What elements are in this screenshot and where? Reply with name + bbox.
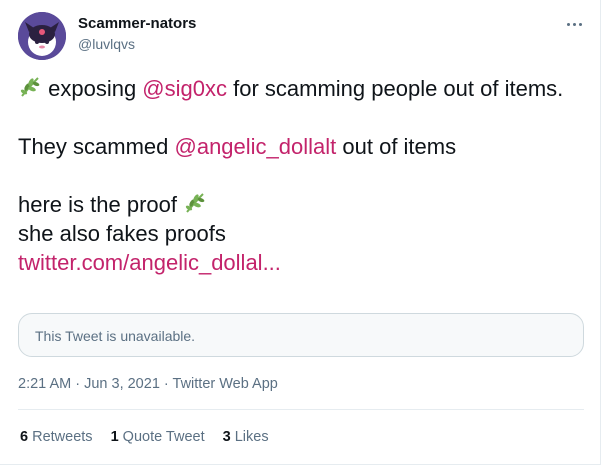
engagement-stats: 6 Retweets 1 Quote Tweet 3 Likes xyxy=(20,429,287,445)
mention-link-angelic-dollalt[interactable]: @angelic_dollalt xyxy=(175,134,337,159)
tweet-paragraph-2: They scammed @angelic_dollalt out of ite… xyxy=(18,132,584,161)
tweet-meta: 2:21 AM · Jun 3, 2021 · Twitter Web App xyxy=(18,376,278,392)
avatar-image xyxy=(18,12,66,60)
display-name[interactable]: Scammer-nators xyxy=(78,15,196,32)
tweet-text-segment: out of items xyxy=(336,134,457,159)
likes-stat[interactable]: 3 Likes xyxy=(223,429,269,445)
herb-emoji-icon xyxy=(20,77,40,97)
mention-link-sig0xc[interactable]: @sig0xc xyxy=(142,76,227,101)
retweets-stat[interactable]: 6 Retweets xyxy=(20,429,93,445)
user-handle[interactable]: @luvlqvs xyxy=(78,36,135,52)
tweet-url-link[interactable]: twitter.com/angelic_dollal... xyxy=(18,250,281,275)
retweets-label: Retweets xyxy=(28,429,93,445)
likes-count: 3 xyxy=(222,429,231,445)
tweet-paragraph-3: here is the proof xyxy=(18,190,584,219)
herb-emoji-icon xyxy=(185,193,205,213)
meta-separator: · xyxy=(159,376,173,392)
tweet-text-segment: exposing xyxy=(42,76,143,101)
meta-separator: · xyxy=(71,376,85,392)
tweet-card: Scammer-nators @luvlqvs exposing @sig0xc… xyxy=(0,0,601,465)
tweet-text-segment: They scammed xyxy=(18,134,175,159)
more-horizontal-icon[interactable] xyxy=(566,16,582,32)
quote-tweets-stat[interactable]: 1 Quote Tweet xyxy=(111,429,205,445)
tweet-text: exposing @sig0xc for scamming people out… xyxy=(18,74,584,277)
divider xyxy=(18,409,584,410)
tweet-paragraph-5: twitter.com/angelic_dollal... xyxy=(18,248,584,277)
quote-tweets-count: 1 xyxy=(110,429,119,445)
tweet-date[interactable]: Jun 3, 2021 xyxy=(84,376,160,392)
tweet-paragraph-4: she also fakes proofs xyxy=(18,219,584,248)
quoted-tweet-unavailable[interactable]: This Tweet is unavailable. xyxy=(18,313,584,357)
tweet-text-segment: she also fakes proofs xyxy=(18,221,226,246)
tweet-paragraph-1: exposing @sig0xc for scamming people out… xyxy=(18,74,584,103)
likes-label: Likes xyxy=(230,429,269,445)
tweet-text-segment: here is the proof xyxy=(18,192,184,217)
tweet-time[interactable]: 2:21 AM xyxy=(18,376,71,392)
quote-tweets-label: Quote Tweet xyxy=(118,429,205,445)
tweet-source[interactable]: Twitter Web App xyxy=(173,376,278,392)
avatar[interactable] xyxy=(18,12,66,60)
tweet-text-segment: for scamming people out of items. xyxy=(227,76,564,101)
retweets-count: 6 xyxy=(20,429,29,445)
quote-unavailable-text: This Tweet is unavailable. xyxy=(35,328,196,344)
